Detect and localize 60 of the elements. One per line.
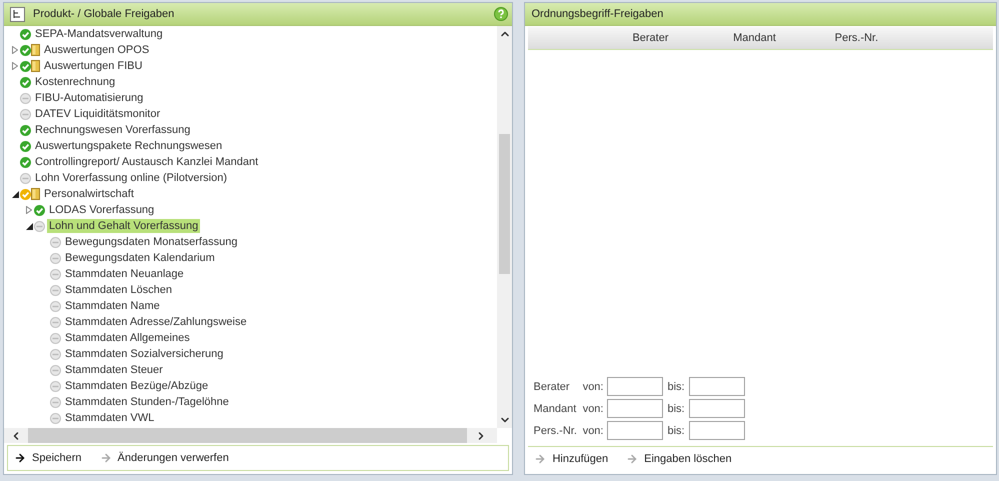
tree-item[interactable]: Kostenrechnung — [33, 75, 118, 89]
tree-item[interactable]: Stammdaten Sozialversicherung — [63, 347, 226, 361]
collapse-arrow-icon[interactable] — [12, 190, 18, 198]
to-label: bis: — [666, 380, 686, 392]
expand-arrow-icon[interactable] — [12, 62, 18, 70]
filter-label: Pers.-Nr. — [533, 424, 576, 436]
tree-item[interactable]: Rechnungswesen Vorerfassung — [33, 123, 192, 137]
tree-item[interactable]: Stammdaten Adresse/Zahlungsweise — [63, 315, 249, 329]
expand-arrow-icon[interactable] — [12, 46, 18, 54]
tree-view-icon[interactable] — [10, 6, 25, 22]
panel-title: Ordnungsbegriff-Freigaben — [531, 8, 664, 20]
tree-item[interactable]: Lohn und Gehalt Vorerfassung — [47, 219, 200, 233]
filter-label: Berater — [533, 380, 571, 392]
from-label: von: — [582, 402, 604, 414]
arrow-icon — [100, 452, 112, 464]
from-input[interactable] — [607, 421, 664, 440]
tree-item[interactable]: Stammdaten Stunden-/Tagelöhne — [63, 395, 231, 409]
tree-item[interactable]: Controllingreport/ Austausch Kanzlei Mandant — [33, 155, 260, 169]
tree-item[interactable]: Personalwirtschaft — [42, 187, 136, 201]
tree-item[interactable]: Bewegungsdaten Kalendarium — [63, 251, 217, 265]
column-header[interactable]: Mandant — [702, 32, 806, 44]
scrollbar-thumb[interactable] — [499, 134, 510, 274]
arrow-icon — [534, 453, 546, 465]
to-input[interactable] — [689, 421, 746, 440]
arrow-icon — [14, 452, 26, 464]
filter-label: Mandant — [533, 402, 576, 414]
tree-item[interactable]: Auswertungspakete Rechnungswesen — [33, 139, 224, 153]
tree-item[interactable]: Stammdaten VWL — [63, 411, 156, 425]
from-input[interactable] — [607, 377, 664, 396]
expand-arrow-icon[interactable] — [26, 206, 32, 214]
action-button[interactable]: Speichern — [14, 452, 82, 464]
vertical-scrollbar[interactable] — [497, 26, 512, 428]
from-label: von: — [582, 424, 604, 436]
horizontal-scrollbar[interactable] — [4, 428, 498, 443]
tree-item[interactable]: Lohn Vorerfassung online (Pilotversion) — [33, 171, 230, 185]
tree-item[interactable]: DATEV Liquiditätsmonitor — [33, 107, 162, 121]
from-input[interactable] — [607, 399, 664, 418]
tree-item[interactable]: SEPA-Mandatsverwaltung — [33, 27, 165, 41]
tree-item[interactable]: Stammdaten Löschen — [63, 283, 174, 297]
to-input[interactable] — [689, 399, 746, 418]
tree-item[interactable]: Stammdaten Name — [63, 299, 162, 313]
arrow-icon — [626, 453, 638, 465]
tree-item[interactable]: Bewegungsdaten Monatserfassung — [63, 235, 240, 249]
help-icon[interactable] — [494, 7, 508, 21]
from-label: von: — [582, 380, 604, 392]
to-label: bis: — [666, 402, 686, 414]
tree-item[interactable]: Stammdaten Bezüge/Abzüge — [63, 379, 210, 393]
tree-item[interactable]: Stammdaten Steuer — [63, 363, 165, 377]
tree-item[interactable]: Stammdaten Neuanlage — [63, 267, 186, 281]
collapse-arrow-icon[interactable] — [26, 222, 32, 230]
to-input[interactable] — [689, 377, 746, 396]
to-label: bis: — [666, 424, 686, 436]
tree-item[interactable]: LODAS Vorerfassung — [47, 203, 156, 217]
tree-item[interactable]: FIBU-Automatisierung — [33, 91, 146, 105]
tree-item[interactable]: Auswertungen OPOS — [42, 43, 152, 57]
column-header[interactable]: Berater — [598, 32, 702, 44]
panel-title: Produkt- / Globale Freigaben — [33, 8, 176, 20]
tree-item[interactable]: Stammdaten Allgemeines — [63, 331, 192, 345]
tree-item[interactable]: Auswertungen FIBU — [42, 59, 144, 73]
column-header[interactable]: Pers.-Nr. — [806, 32, 906, 44]
